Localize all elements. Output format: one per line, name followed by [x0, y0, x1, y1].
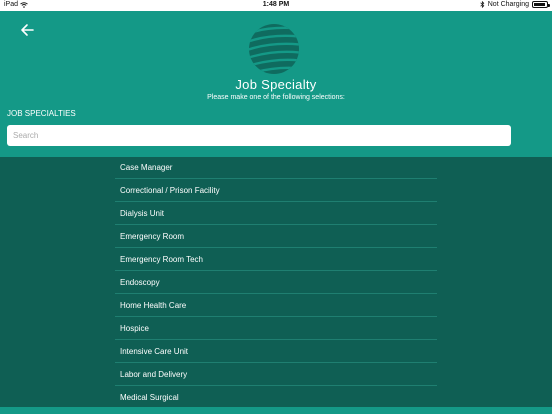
bluetooth-icon	[480, 1, 485, 8]
status-bar: iPad 1:48 PM Not Charging	[0, 0, 552, 11]
globe-logo	[249, 24, 299, 74]
specialty-list: Case Manager Correctional / Prison Facil…	[115, 157, 437, 410]
battery-level	[534, 3, 545, 6]
list-item-medical-surgical[interactable]: Medical Surgical	[115, 387, 437, 409]
list-item-correctional-prison-facility[interactable]: Correctional / Prison Facility	[115, 180, 437, 202]
list-item-emergency-room[interactable]: Emergency Room	[115, 226, 437, 248]
search-input[interactable]	[7, 125, 511, 146]
list-item-emergency-room-tech[interactable]: Emergency Room Tech	[115, 249, 437, 271]
specialty-list-area: Case Manager Correctional / Prison Facil…	[0, 157, 552, 410]
list-item-intensive-care-unit[interactable]: Intensive Care Unit	[115, 341, 437, 363]
bottom-bar	[0, 407, 552, 414]
back-button[interactable]	[16, 20, 38, 40]
status-time: 1:48 PM	[262, 1, 290, 8]
list-item-labor-and-delivery[interactable]: Labor and Delivery	[115, 364, 437, 386]
list-item-dialysis-unit[interactable]: Dialysis Unit	[115, 203, 437, 225]
list-item-case-manager[interactable]: Case Manager	[115, 157, 437, 179]
arrow-left-icon	[21, 24, 34, 36]
status-right: Not Charging	[480, 1, 550, 8]
battery-icon	[532, 1, 550, 8]
page-subtitle: Please make one of the following selecti…	[207, 94, 345, 101]
section-label: JOB SPECIALTIES	[7, 109, 76, 118]
list-item-endoscopy[interactable]: Endoscopy	[115, 272, 437, 294]
list-item-hospice[interactable]: Hospice	[115, 318, 437, 340]
charging-status: Not Charging	[487, 1, 529, 8]
header: Job Specialty Please make one of the fol…	[0, 11, 552, 157]
page-title: Job Specialty	[235, 77, 317, 92]
list-item-home-health-care[interactable]: Home Health Care	[115, 295, 437, 317]
